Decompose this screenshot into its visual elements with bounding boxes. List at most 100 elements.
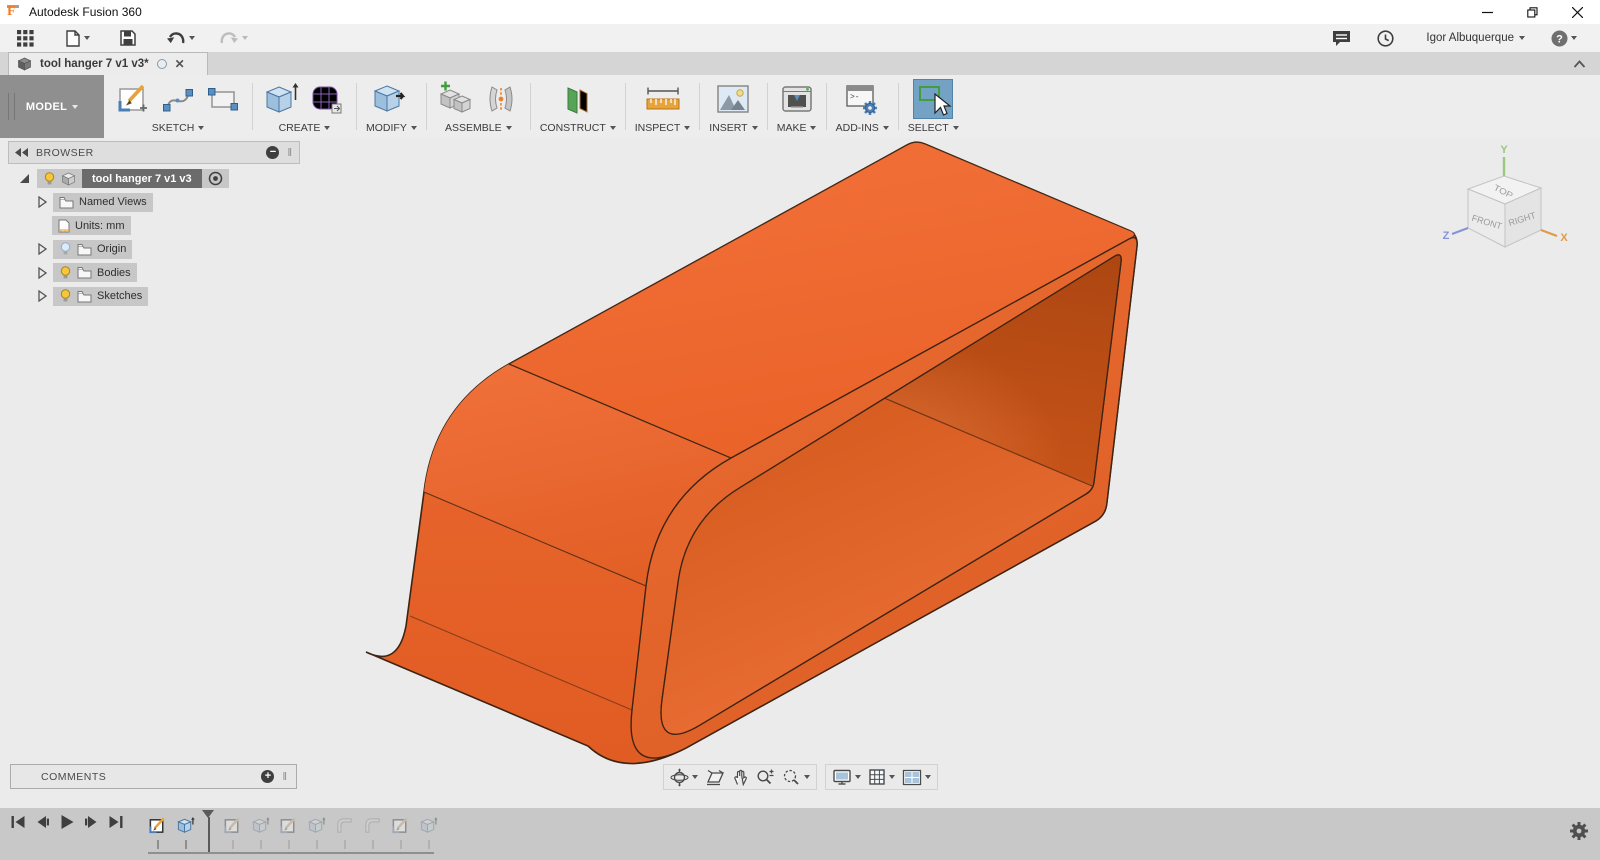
- browser-panel: BROWSER − ‖ tool hanger 7 v1 v3: [8, 141, 300, 306]
- timeline-item-extrude[interactable]: [305, 815, 327, 835]
- minimize-button[interactable]: [1465, 0, 1510, 24]
- construct-menu[interactable]: CONSTRUCT: [540, 122, 616, 134]
- timeline-item-sketch[interactable]: [389, 815, 411, 835]
- user-menu[interactable]: Igor Albuquerque: [1411, 29, 1534, 47]
- sketch-rectangle-button[interactable]: [203, 79, 243, 119]
- select-menu[interactable]: SELECT: [908, 122, 959, 134]
- workspace-switcher[interactable]: MODEL: [0, 75, 104, 138]
- browser-root-row[interactable]: tool hanger 7 v1 v3: [8, 169, 300, 188]
- comments-grip[interactable]: ‖: [282, 771, 288, 783]
- expand-triangle-icon[interactable]: [20, 174, 29, 183]
- browser-item-named-views[interactable]: Named Views: [8, 193, 300, 212]
- timeline-playhead[interactable]: [202, 813, 215, 837]
- orbit-caret[interactable]: [692, 775, 698, 779]
- make-3d-print-button[interactable]: [777, 79, 817, 119]
- view-cube[interactable]: Y TOP FRONT RIGHT Z X: [1442, 142, 1572, 277]
- modify-menu[interactable]: MODIFY: [366, 122, 417, 134]
- browser-minus-icon[interactable]: −: [266, 146, 279, 159]
- select-tool-button[interactable]: [913, 79, 953, 119]
- comment-icon[interactable]: [1323, 27, 1360, 49]
- sketch-spline-button[interactable]: [158, 79, 198, 119]
- help-button[interactable]: ?: [1542, 27, 1586, 50]
- timeline-item-fillet[interactable]: [361, 815, 383, 835]
- tab-close-icon[interactable]: ✕: [175, 59, 185, 69]
- job-status-clock-icon[interactable]: [1368, 27, 1403, 50]
- measure-button[interactable]: [643, 79, 683, 119]
- play-button[interactable]: [59, 814, 75, 830]
- ribbon-group-addins: >- ADD-INS: [827, 75, 898, 138]
- insert-image-button[interactable]: [713, 79, 753, 119]
- step-forward-button[interactable]: [84, 815, 99, 829]
- viewport-canvas[interactable]: Y TOP FRONT RIGHT Z X BROWSER − ‖: [0, 138, 1600, 808]
- step-back-button[interactable]: [35, 815, 50, 829]
- timeline-item-extrude[interactable]: [174, 815, 196, 835]
- document-tab[interactable]: tool hanger 7 v1 v3* ✕: [8, 52, 208, 75]
- browser-root-label[interactable]: tool hanger 7 v1 v3: [92, 173, 192, 185]
- addins-menu[interactable]: ADD-INS: [836, 122, 889, 134]
- browser-grip[interactable]: ‖: [287, 147, 293, 159]
- collapsed-triangle-icon[interactable]: [38, 267, 47, 279]
- timeline-item-sketch[interactable]: [146, 815, 168, 835]
- timeline-item-extrude[interactable]: [249, 815, 271, 835]
- joint-button[interactable]: [481, 79, 521, 119]
- create-sketch-button[interactable]: [113, 79, 153, 119]
- comments-panel[interactable]: COMMENTS + ‖: [10, 764, 297, 789]
- collapse-browser-icon[interactable]: [15, 148, 28, 157]
- bulb-on-icon[interactable]: [43, 172, 56, 186]
- collapsed-triangle-icon[interactable]: [38, 290, 47, 302]
- timeline-settings-gear-icon[interactable]: [1568, 820, 1590, 845]
- extrude-button[interactable]: [262, 79, 302, 119]
- file-menu-button[interactable]: [57, 27, 99, 50]
- viewports-button[interactable]: [902, 769, 931, 786]
- zoom-window-button[interactable]: [782, 768, 810, 786]
- add-comment-icon[interactable]: +: [261, 770, 274, 783]
- new-component-button[interactable]: [436, 79, 476, 119]
- browser-item-bodies[interactable]: Bodies: [8, 263, 300, 282]
- timeline-item-fillet[interactable]: [333, 815, 355, 835]
- zoom-button[interactable]: [756, 768, 775, 786]
- timeline-item-sketch[interactable]: [221, 815, 243, 835]
- timeline-item-sketch[interactable]: [277, 815, 299, 835]
- scripts-addins-button[interactable]: >-: [842, 79, 882, 119]
- ribbon-grip[interactable]: [8, 93, 15, 120]
- browser-item-sketches[interactable]: Sketches: [8, 287, 300, 306]
- go-to-start-button[interactable]: [10, 815, 26, 829]
- zoom-window-caret[interactable]: [804, 775, 810, 779]
- press-pull-button[interactable]: [371, 79, 411, 119]
- look-at-button[interactable]: [705, 769, 725, 786]
- activate-component-icon[interactable]: [208, 171, 223, 186]
- grid-settings-caret[interactable]: [889, 775, 895, 779]
- timeline-item-extrude[interactable]: [417, 815, 439, 835]
- construction-plane-button[interactable]: [558, 79, 598, 119]
- insert-menu[interactable]: INSERT: [709, 122, 757, 134]
- assemble-menu[interactable]: ASSEMBLE: [445, 122, 512, 134]
- create-menu[interactable]: CREATE: [279, 122, 331, 134]
- inspect-menu[interactable]: INSPECT: [635, 122, 691, 134]
- go-to-end-button[interactable]: [108, 815, 124, 829]
- pan-button[interactable]: [732, 768, 749, 786]
- save-button[interactable]: [111, 27, 145, 49]
- redo-button[interactable]: [210, 28, 257, 49]
- collapsed-triangle-icon[interactable]: [38, 196, 47, 208]
- display-settings-caret[interactable]: [855, 775, 861, 779]
- restore-button[interactable]: [1510, 0, 1555, 24]
- grid-settings-button[interactable]: [868, 768, 895, 786]
- orbit-button[interactable]: [670, 768, 698, 787]
- collapse-toolbar-chevron-icon[interactable]: [1573, 60, 1586, 68]
- bulb-on-icon[interactable]: [59, 289, 72, 303]
- bulb-on-icon[interactable]: [59, 266, 72, 280]
- ribbon-toolbar: MODEL SKETCH CREATE: [0, 75, 1600, 139]
- viewports-caret[interactable]: [925, 775, 931, 779]
- apps-grid-button[interactable]: [8, 27, 43, 50]
- display-settings-button[interactable]: [832, 768, 861, 786]
- close-button[interactable]: [1555, 0, 1600, 24]
- create-form-button[interactable]: [307, 79, 347, 119]
- collapsed-triangle-icon[interactable]: [38, 243, 47, 255]
- browser-item-units[interactable]: Units: mm: [8, 216, 300, 235]
- undo-button[interactable]: [157, 28, 204, 49]
- make-menu[interactable]: MAKE: [777, 122, 817, 134]
- bulb-off-icon[interactable]: [59, 242, 72, 256]
- sketch-menu[interactable]: SKETCH: [152, 122, 205, 134]
- browser-item-origin[interactable]: Origin: [8, 240, 300, 259]
- browser-header[interactable]: BROWSER − ‖: [8, 141, 300, 164]
